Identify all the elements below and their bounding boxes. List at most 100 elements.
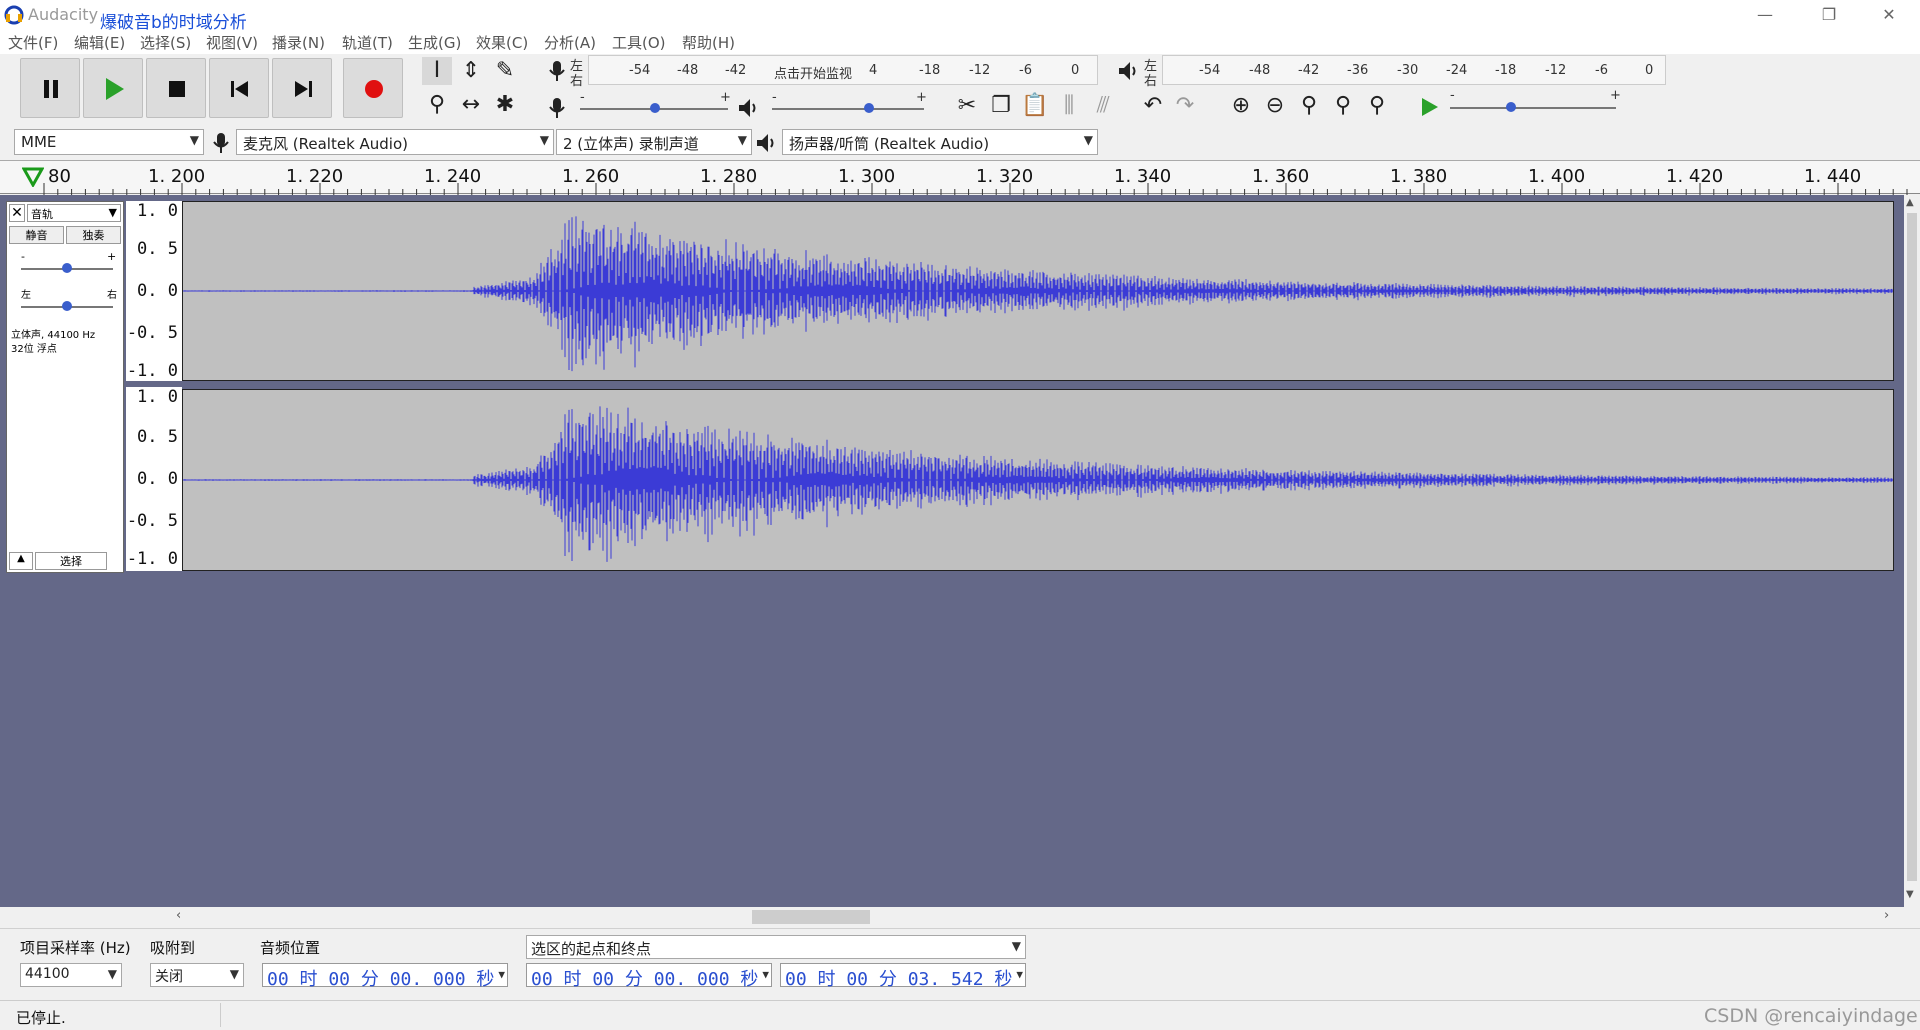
record-icon	[365, 80, 383, 98]
timeline-ruler[interactable]: 80 1. 200 1. 220 1. 240 1. 260 1. 280 1.…	[0, 160, 1920, 195]
record-meter[interactable]: -54 -48 -42 点击开始监视 4 -18 -12 -6 0	[588, 55, 1098, 85]
trim-button[interactable]: ⫼	[1054, 92, 1084, 120]
project-rate-value: 44100	[25, 966, 70, 982]
meter-tick: -24	[1446, 63, 1468, 78]
chevron-down-icon: ▼	[1011, 939, 1021, 953]
skip-end-icon	[295, 81, 312, 97]
status-bar: 已停止. CSDN @rencaiyindage	[0, 1000, 1920, 1030]
redo-button[interactable]: ↷	[1170, 92, 1200, 120]
play-at-speed-icon[interactable]	[1418, 96, 1440, 118]
vertical-scroll-thumb[interactable]	[1907, 213, 1917, 881]
zoom-toggle-button[interactable]: ⚲	[1362, 92, 1392, 120]
pan-knob[interactable]	[62, 301, 72, 311]
mixer-toolbar: - + - +	[540, 90, 932, 124]
mute-button[interactable]: 静音	[9, 226, 64, 244]
title-bar: Audacity 爆破音b的时域分析 — ❐ ✕	[0, 0, 1920, 33]
microphone-icon	[549, 61, 565, 81]
track-info-bits: 32位 浮点	[11, 344, 57, 355]
menu-tracks[interactable]: 轨道(T)	[342, 32, 393, 53]
menu-view[interactable]: 视图(V)	[206, 32, 258, 53]
play-volume-slider[interactable]	[772, 108, 924, 110]
menu-file[interactable]: 文件(F)	[8, 32, 58, 53]
scroll-left-icon[interactable]: ‹	[176, 908, 181, 923]
speed-slider[interactable]	[1450, 107, 1616, 109]
cut-button[interactable]: ✂	[952, 92, 982, 120]
paste-button[interactable]: 📋	[1020, 92, 1050, 120]
minimize-button[interactable]: —	[1742, 2, 1788, 28]
silence-button[interactable]: ⫻	[1088, 92, 1118, 120]
playback-device-select[interactable]: 扬声器/听筒 (Realtek Audio) ▼	[782, 129, 1098, 155]
restore-button[interactable]: ❐	[1806, 2, 1852, 28]
zoom-in-button[interactable]: ⊕	[1226, 92, 1256, 120]
selection-start-time[interactable]: 00 时 00 分 00. 000 秒 ▼	[526, 963, 772, 990]
menu-tools[interactable]: 工具(O)	[612, 32, 666, 53]
waveform-left-channel[interactable]	[182, 201, 1894, 381]
project-rate-select[interactable]: 44100 ▼	[20, 963, 122, 987]
fit-selection-button[interactable]: ⚲	[1294, 92, 1324, 120]
horizontal-scrollbar[interactable]: ‹ ›	[0, 908, 1904, 926]
draw-tool[interactable]: ✎	[490, 57, 520, 85]
menu-help[interactable]: 帮助(H)	[682, 32, 735, 53]
record-button[interactable]	[343, 58, 403, 118]
scale-label: -1. 0	[126, 361, 178, 381]
scroll-up-icon[interactable]: ▲	[1906, 197, 1914, 208]
horizontal-scroll-thumb[interactable]	[752, 910, 870, 924]
snap-to-select[interactable]: 关闭 ▼	[150, 963, 244, 987]
close-track-button[interactable]: ✕	[9, 204, 25, 222]
skip-to-end-button[interactable]	[272, 58, 332, 118]
vertical-scale-left[interactable]: 1. 0 0. 5 0. 0 -0. 5 -1. 0	[126, 201, 182, 381]
copy-button[interactable]: ❐	[986, 92, 1016, 120]
skip-to-start-button[interactable]	[209, 58, 269, 118]
channels-select[interactable]: 2 (立体声) 录制声道 ▼	[556, 129, 752, 155]
solo-button[interactable]: 独奏	[66, 226, 121, 244]
menu-generate[interactable]: 生成(G)	[408, 32, 461, 53]
close-button[interactable]: ✕	[1866, 2, 1912, 28]
vertical-scrollbar[interactable]: ▲ ▼	[1904, 195, 1920, 907]
scale-label: -0. 5	[126, 511, 178, 531]
monitor-hint[interactable]: 点击开始监视	[774, 63, 852, 82]
recording-device-select[interactable]: 麦克风 (Realtek Audio) ▼	[236, 129, 554, 155]
vertical-scale-right[interactable]: 1. 0 0. 5 0. 0 -0. 5 -1. 0	[126, 387, 182, 571]
audacity-logo-icon	[4, 5, 24, 25]
menu-transport[interactable]: 播录(N)	[272, 32, 325, 53]
menu-analyze[interactable]: 分析(A)	[544, 32, 596, 53]
speed-knob[interactable]	[1506, 102, 1516, 112]
envelope-tool[interactable]: ⇕	[456, 57, 486, 85]
scissors-icon: ✂	[957, 93, 977, 118]
selection-end-time[interactable]: 00 时 00 分 03. 542 秒 ▼	[780, 963, 1026, 990]
gain-minus: -	[21, 250, 25, 263]
ruler-label: 1. 240	[424, 166, 482, 187]
audio-position-time[interactable]: 00 时 00 分 00. 000 秒 ▼	[262, 963, 508, 990]
play-meter[interactable]: -54 -48 -42 -36 -30 -24 -18 -12 -6 0	[1162, 55, 1666, 85]
scroll-right-icon[interactable]: ›	[1884, 908, 1889, 923]
selection-tool[interactable]: I	[422, 57, 452, 85]
collapse-track-button[interactable]: ▲	[9, 552, 33, 570]
undo-button[interactable]: ↶	[1138, 92, 1168, 120]
menu-effect[interactable]: 效果(C)	[476, 32, 528, 53]
zoom-tool[interactable]: ⚲	[422, 91, 452, 119]
menu-edit[interactable]: 编辑(E)	[74, 32, 125, 53]
gain-knob[interactable]	[62, 263, 72, 273]
fit-project-button[interactable]: ⚲	[1328, 92, 1358, 120]
play-volume-knob[interactable]	[864, 103, 874, 113]
edit-toolbar: ✂ ❐ 📋 ⫼ ⫻	[940, 90, 1122, 124]
selection-mode-select[interactable]: 选区的起点和终点 ▼	[526, 935, 1026, 959]
slider-minus: -	[580, 90, 585, 105]
audio-host-select[interactable]: MME ▼	[14, 129, 204, 155]
waveform-right-channel[interactable]	[182, 389, 1894, 571]
scroll-down-icon[interactable]: ▼	[1906, 889, 1914, 900]
play-button[interactable]	[83, 58, 143, 118]
project-rate-label: 项目采样率 (Hz)	[20, 939, 131, 957]
pause-button[interactable]	[20, 58, 80, 118]
pause-icon	[44, 80, 58, 98]
selection-mode-value: 选区的起点和终点	[531, 940, 652, 958]
track-name-menu[interactable]: 音轨 ▼	[27, 204, 121, 222]
zoom-out-button[interactable]: ⊖	[1260, 92, 1290, 120]
menu-select[interactable]: 选择(S)	[140, 32, 191, 53]
record-volume-knob[interactable]	[650, 103, 660, 113]
select-track-button[interactable]: 选择	[35, 552, 107, 570]
stop-button[interactable]	[146, 58, 206, 118]
timeshift-tool[interactable]: ↔	[456, 91, 486, 119]
multi-tool[interactable]: ✱	[490, 91, 520, 119]
chevron-down-icon: ▼	[189, 133, 199, 147]
